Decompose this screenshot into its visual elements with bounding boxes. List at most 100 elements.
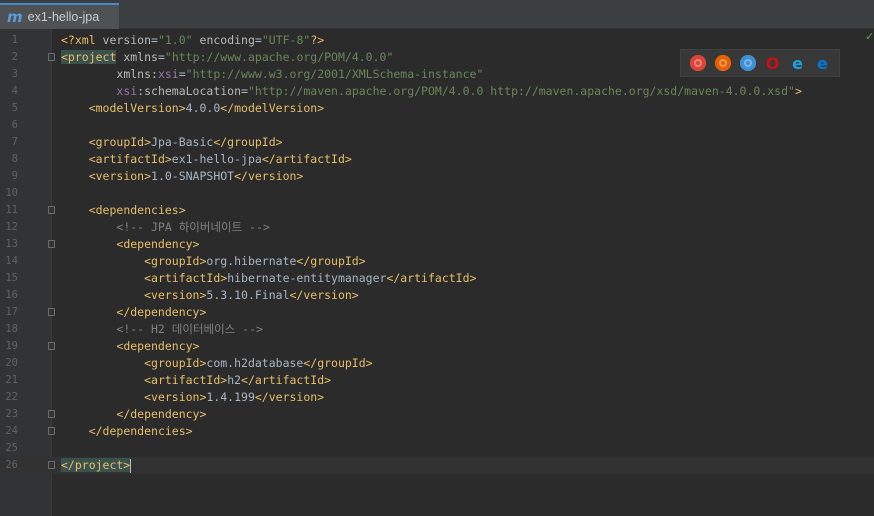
fold-marker-icon[interactable]	[48, 461, 55, 469]
code-text[interactable]: <groupId>Jpa-Basic</groupId>	[61, 134, 283, 151]
fold-marker-icon[interactable]	[48, 308, 55, 316]
line-number[interactable]: 5	[0, 100, 18, 117]
code-line[interactable]: 20 <groupId>com.h2database</groupId>	[0, 355, 874, 372]
code-line[interactable]: 11 <dependencies>	[0, 202, 874, 219]
attribute-name: :schemaLocation	[137, 84, 242, 98]
code-line[interactable]: 4 xsi:schemaLocation="http://maven.apach…	[0, 83, 874, 100]
code-line[interactable]: 10	[0, 185, 874, 202]
line-number[interactable]: 18	[0, 321, 18, 338]
code-text[interactable]: </dependencies>	[61, 423, 193, 440]
code-text[interactable]: <groupId>org.hibernate</groupId>	[61, 253, 366, 270]
code-line[interactable]: 25	[0, 440, 874, 457]
line-number[interactable]: 21	[0, 372, 18, 389]
code-text[interactable]: <groupId>com.h2database</groupId>	[61, 355, 373, 372]
code-line[interactable]: 16 <version>5.3.10.Final</version>	[0, 287, 874, 304]
code-text[interactable]: <version>1.0-SNAPSHOT</version>	[61, 168, 304, 185]
fold-marker-icon[interactable]	[48, 206, 55, 214]
code-line[interactable]: 7 <groupId>Jpa-Basic</groupId>	[0, 134, 874, 151]
tab-ex1-hello-jpa[interactable]: m ex1-hello-jpa	[0, 3, 119, 29]
code-text[interactable]: <!-- JPA 하이버네이트 -->	[61, 219, 270, 236]
code-line[interactable]: 6	[0, 117, 874, 134]
line-number[interactable]: 12	[0, 219, 18, 236]
code-text[interactable]: <artifactId>h2</artifactId>	[61, 372, 331, 389]
line-number[interactable]: 3	[0, 66, 18, 83]
code-text[interactable]: <?xml version="1.0" encoding="UTF-8"?>	[61, 32, 324, 49]
line-number[interactable]: 14	[0, 253, 18, 270]
line-number[interactable]: 2	[0, 49, 18, 66]
line-number[interactable]: 15	[0, 270, 18, 287]
line-number[interactable]: 9	[0, 168, 18, 185]
code-line[interactable]: 5 <modelVersion>4.0.0</modelVersion>	[0, 100, 874, 117]
line-number[interactable]: 8	[0, 151, 18, 168]
code-line[interactable]: 23 </dependency>	[0, 406, 874, 423]
xml-tag: </artifactId>	[386, 271, 477, 285]
line-number[interactable]: 1	[0, 32, 18, 49]
code-text[interactable]: <dependencies>	[61, 202, 186, 219]
line-number[interactable]: 26	[0, 457, 18, 474]
code-line[interactable]: 26 </project>	[0, 457, 874, 474]
opera-icon[interactable]: O	[765, 54, 781, 73]
xml-tag: </groupId>	[303, 356, 373, 370]
code-text[interactable]: xmlns:xsi="http://www.w3.org/2001/XMLSch…	[61, 66, 483, 83]
xml-tag: </version>	[289, 288, 359, 302]
code-line[interactable]: 17 </dependency>	[0, 304, 874, 321]
code-text[interactable]: <project xmlns="http://www.apache.org/PO…	[61, 49, 393, 66]
line-number[interactable]: 4	[0, 83, 18, 100]
line-number[interactable]: 16	[0, 287, 18, 304]
fold-marker-icon[interactable]	[48, 427, 55, 435]
attribute-name: version	[102, 33, 152, 47]
line-number[interactable]: 10	[0, 185, 18, 202]
fold-marker-icon[interactable]	[48, 410, 55, 418]
line-number[interactable]: 20	[0, 355, 18, 372]
code-line[interactable]: 9 <version>1.0-SNAPSHOT</version>	[0, 168, 874, 185]
line-number[interactable]: 23	[0, 406, 18, 423]
code-line[interactable]: 12 <!-- JPA 하이버네이트 -->	[0, 219, 874, 236]
line-number[interactable]: 19	[0, 338, 18, 355]
code-line[interactable]: 22 <version>1.4.199</version>	[0, 389, 874, 406]
line-number[interactable]: 22	[0, 389, 18, 406]
line-number[interactable]: 7	[0, 134, 18, 151]
tab-title: ex1-hello-jpa	[27, 10, 100, 24]
code-text[interactable]: <artifactId>hibernate-entitymanager</art…	[61, 270, 476, 287]
code-text[interactable]: <dependency>	[61, 338, 199, 355]
code-text[interactable]: xsi:schemaLocation="http://maven.apache.…	[61, 83, 802, 100]
line-number[interactable]: 6	[0, 117, 18, 134]
fold-marker-icon[interactable]	[48, 53, 55, 61]
line-number[interactable]: 13	[0, 236, 18, 253]
line-number[interactable]: 17	[0, 304, 18, 321]
code-line[interactable]: 24 </dependencies>	[0, 423, 874, 440]
xml-tag: <artifactId>	[88, 152, 172, 166]
code-text[interactable]: <artifactId>ex1-hello-jpa</artifactId>	[61, 151, 352, 168]
code-text[interactable]: <version>5.3.10.Final</version>	[61, 287, 359, 304]
ie-icon[interactable]: e	[790, 54, 806, 73]
edge-icon[interactable]: e	[815, 54, 831, 73]
fold-marker-icon[interactable]	[48, 240, 55, 248]
safari-icon[interactable]	[739, 55, 756, 71]
line-number[interactable]: 25	[0, 440, 18, 457]
chrome-icon[interactable]	[689, 55, 706, 71]
xml-tag: >	[794, 84, 802, 98]
code-line[interactable]: 18 <!-- H2 데이터베이스 -->	[0, 321, 874, 338]
code-line[interactable]: 21 <artifactId>h2</artifactId>	[0, 372, 874, 389]
code-text[interactable]: </dependency>	[61, 304, 206, 321]
code-line[interactable]: 13 <dependency>	[0, 236, 874, 253]
code-text[interactable]: </dependency>	[61, 406, 206, 423]
code-text[interactable]: <modelVersion>4.0.0</modelVersion>	[61, 100, 324, 117]
code-line[interactable]: 14 <groupId>org.hibernate</groupId>	[0, 253, 874, 270]
fold-marker-icon[interactable]	[48, 342, 55, 350]
code-text[interactable]: </project>	[61, 457, 132, 474]
code-line[interactable]: 15 <artifactId>hibernate-entitymanager</…	[0, 270, 874, 287]
code-line[interactable]: 8 <artifactId>ex1-hello-jpa</artifactId>	[0, 151, 874, 168]
code-line[interactable]: 19 <dependency>	[0, 338, 874, 355]
line-number[interactable]: 11	[0, 202, 18, 219]
code-line[interactable]: 1 <?xml version="1.0" encoding="UTF-8"?>	[0, 32, 874, 49]
line-number[interactable]: 24	[0, 423, 18, 440]
code-text[interactable]: <!-- H2 데이터베이스 -->	[61, 321, 263, 338]
code-token: 5.3.10.Final	[206, 288, 290, 302]
code-text[interactable]: <dependency>	[61, 236, 199, 253]
firefox-icon[interactable]	[714, 55, 731, 71]
code-text[interactable]: <version>1.4.199</version>	[61, 389, 324, 406]
